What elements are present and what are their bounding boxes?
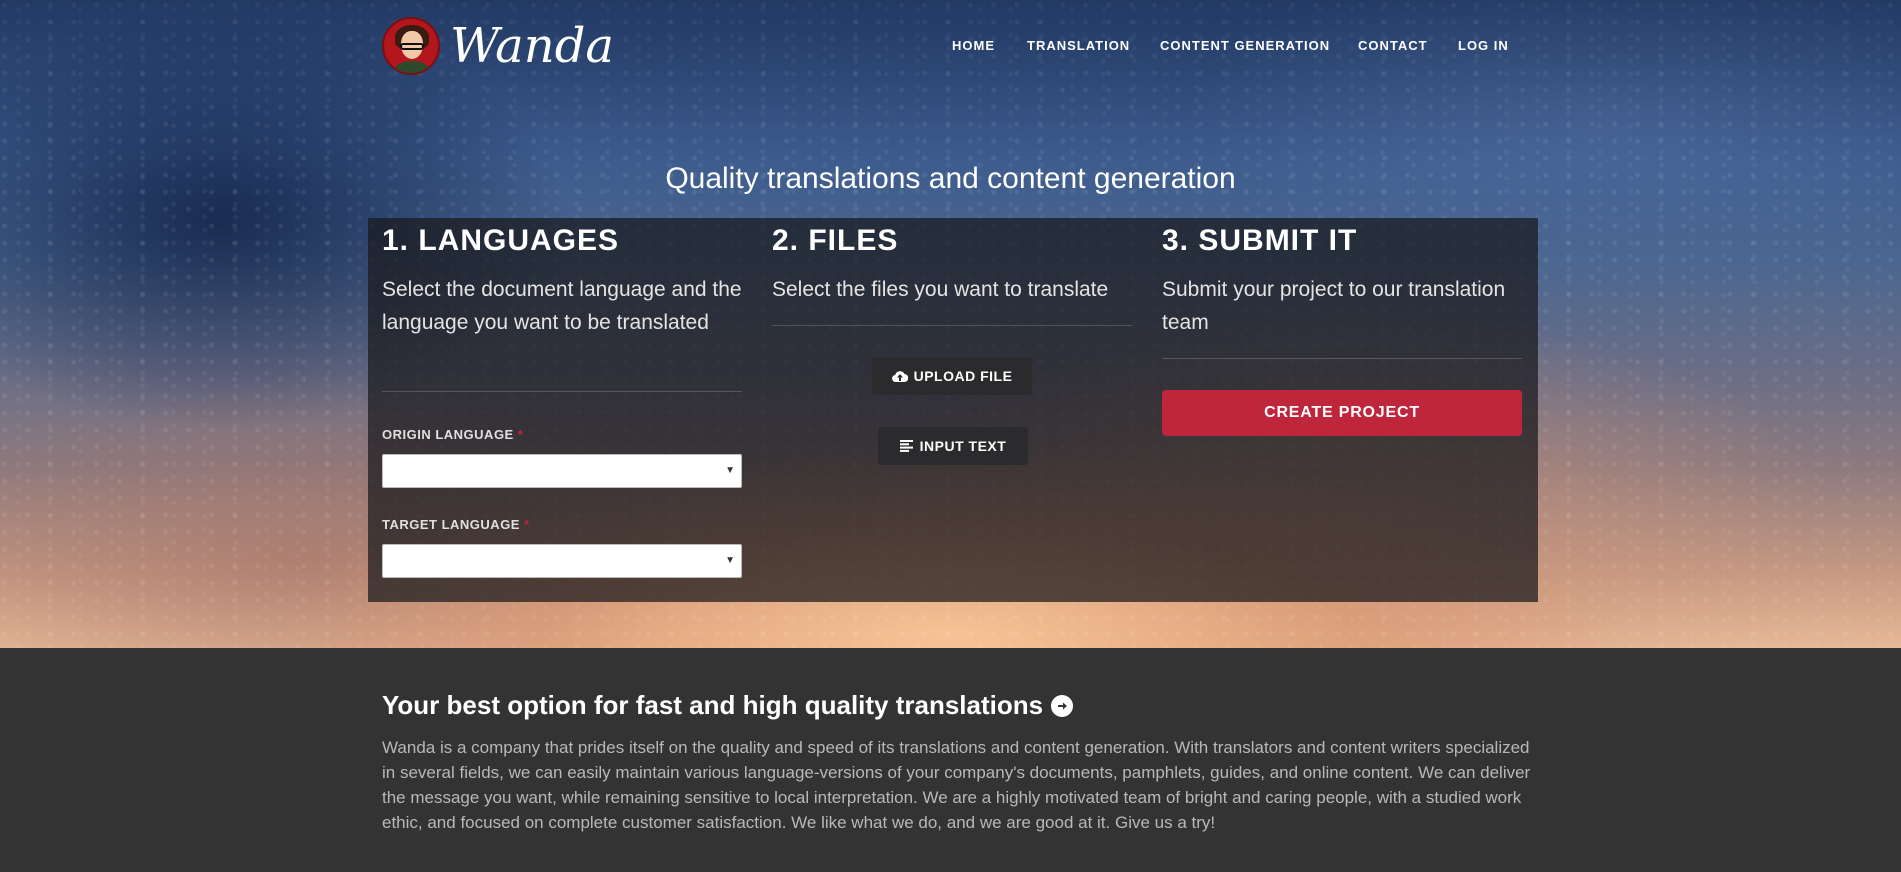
- about-section: Your best option for fast and high quali…: [382, 690, 1532, 835]
- upload-file-button[interactable]: UPLOAD FILE: [872, 357, 1032, 395]
- required-mark: *: [517, 427, 524, 442]
- target-language-label-text: TARGET LANGUAGE: [382, 517, 520, 532]
- origin-language-select[interactable]: ▼: [382, 454, 742, 488]
- nav-translation[interactable]: TRANSLATION: [1027, 38, 1130, 53]
- cloud-upload-icon: [891, 370, 908, 382]
- steps-panel: 1. LANGUAGES Select the document languag…: [368, 218, 1538, 602]
- origin-language-label-text: ORIGIN LANGUAGE: [382, 427, 514, 442]
- step-submit-description: Submit your project to our translation t…: [1162, 278, 1506, 334]
- step-files-description: Select the files you want to translate: [772, 278, 1109, 301]
- nav-log-in[interactable]: LOG IN: [1458, 38, 1509, 53]
- nav-contact[interactable]: CONTACT: [1358, 38, 1428, 53]
- about-heading: Your best option for fast and high quali…: [382, 690, 1532, 721]
- arrow-circle-right-icon[interactable]: [1051, 694, 1074, 717]
- chevron-down-icon: ▼: [725, 555, 735, 566]
- nav-home[interactable]: HOME: [952, 38, 995, 53]
- input-text-label: INPUT TEXT: [919, 438, 1007, 454]
- brand-name: Wanda: [450, 18, 615, 74]
- divider: [382, 391, 742, 392]
- target-language-select[interactable]: ▼: [382, 544, 742, 578]
- upload-file-label: UPLOAD FILE: [913, 368, 1013, 384]
- align-left-icon: [899, 440, 913, 452]
- input-text-button[interactable]: INPUT TEXT: [878, 427, 1028, 465]
- nav-content-generation[interactable]: CONTENT GENERATION: [1160, 38, 1330, 53]
- required-mark: *: [523, 517, 530, 532]
- step-files-title: 2. FILES: [772, 224, 899, 257]
- brand-logo[interactable]: Wanda: [382, 17, 614, 75]
- origin-language-label: ORIGIN LANGUAGE *: [382, 427, 523, 442]
- step-languages-title: 1. LANGUAGES: [382, 224, 620, 257]
- create-project-button[interactable]: CREATE PROJECT: [1162, 390, 1522, 436]
- step-submit-title: 3. SUBMIT IT: [1162, 224, 1358, 257]
- divider: [772, 325, 1132, 326]
- about-body: Wanda is a company that prides itself on…: [382, 738, 1531, 832]
- target-language-label: TARGET LANGUAGE *: [382, 517, 530, 532]
- divider: [1162, 358, 1522, 359]
- hero-tagline: Quality translations and content generat…: [665, 162, 1236, 195]
- step-languages-description: Select the document language and the lan…: [382, 278, 742, 334]
- about-heading-text: Your best option for fast and high quali…: [382, 690, 1044, 720]
- avatar-logo-icon: [382, 17, 440, 75]
- chevron-down-icon: ▼: [725, 465, 735, 476]
